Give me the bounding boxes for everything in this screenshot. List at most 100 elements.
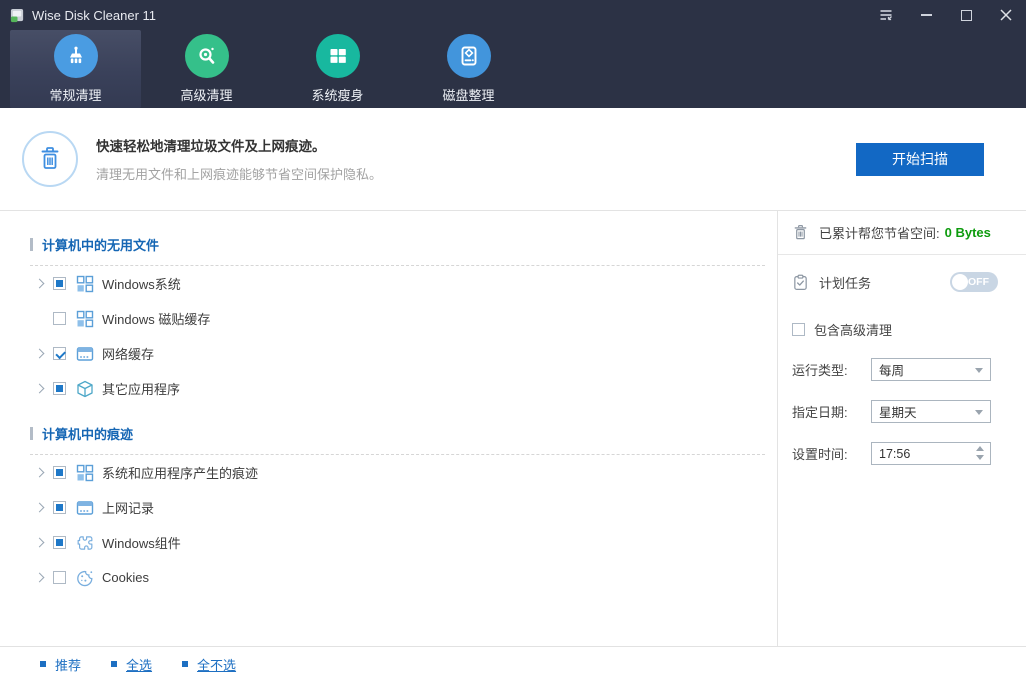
schedule-panel: 已累计帮您节省空间: 0 Bytes 计划任务 OFF 包含高级清理 运行类型:… xyxy=(777,211,1026,646)
tab-advanced-clean[interactable]: 高级清理 xyxy=(141,30,272,108)
include-advanced-row[interactable]: 包含高级清理 xyxy=(778,320,1026,339)
schedule-toggle[interactable]: OFF xyxy=(950,272,998,292)
checkbox[interactable] xyxy=(53,466,66,479)
maximize-button[interactable] xyxy=(946,0,986,30)
include-advanced-label: 包含高级清理 xyxy=(814,323,893,338)
main-menu-button[interactable] xyxy=(866,0,906,30)
windows-icon xyxy=(76,275,94,293)
minimize-icon xyxy=(920,14,932,16)
chevron-right-icon[interactable] xyxy=(34,467,45,478)
tab-regular-clean[interactable]: 常规清理 xyxy=(10,30,141,108)
minimize-button[interactable] xyxy=(906,0,946,30)
tab-system-slim[interactable]: 系统瘦身 xyxy=(272,30,403,108)
recommend-label: 推荐 xyxy=(55,657,82,673)
select-all-link[interactable]: 全选 xyxy=(111,655,152,674)
select-none-label: 全不选 xyxy=(197,657,237,673)
main-nav: 常规清理 高级清理 系统瘦身 磁盘整理 xyxy=(0,30,1026,108)
saved-space-row: 已累计帮您节省空间: 0 Bytes xyxy=(778,211,1026,255)
section-traces: 计算机中的痕迹 xyxy=(30,418,765,448)
saved-space-value: 0 Bytes xyxy=(944,225,991,240)
maximize-icon xyxy=(960,9,972,21)
recommend-link[interactable]: 推荐 xyxy=(40,655,81,674)
close-button[interactable] xyxy=(986,0,1026,30)
scheduled-task-label: 计划任务 xyxy=(819,275,872,291)
cleanup-tree: 计算机中的无用文件 Windows系统 Windows 磁贴缓存 网络缓存 其它… xyxy=(0,211,777,646)
windows-icon xyxy=(76,310,94,328)
footer-bar: 推荐 全选 全不选 xyxy=(0,646,1026,679)
time-input[interactable]: 17:56 xyxy=(871,442,991,465)
chevron-right-icon[interactable] xyxy=(34,348,45,359)
tree-item-label: Windows组件 xyxy=(102,536,181,551)
checkbox[interactable] xyxy=(53,312,66,325)
tree-item-label: Cookies xyxy=(102,570,149,585)
checkbox[interactable] xyxy=(53,536,66,549)
tree-row-browsing-history[interactable]: 上网记录 xyxy=(30,490,765,525)
tree-row-system-app-traces[interactable]: 系统和应用程序产生的痕迹 xyxy=(30,455,765,490)
spin-up-icon[interactable] xyxy=(976,446,984,451)
tree-row-windows-tile-cache[interactable]: Windows 磁贴缓存 xyxy=(30,301,765,336)
broom-icon xyxy=(53,34,98,78)
page-header: 快速轻松地清理垃圾文件及上网痕迹。 清理无用文件和上网痕迹能够节省空间保护隐私。… xyxy=(0,108,1026,210)
browser-icon xyxy=(76,499,94,517)
tree-row-windows-system[interactable]: Windows系统 xyxy=(30,266,765,301)
section-title: 计算机中的无用文件 xyxy=(42,237,160,253)
task-clipboard-icon xyxy=(794,274,807,290)
chevron-right-icon[interactable] xyxy=(34,572,45,583)
run-type-row: 运行类型: 每周 xyxy=(778,358,1026,381)
spin-down-icon[interactable] xyxy=(976,455,984,460)
run-type-select[interactable]: 每周 xyxy=(871,358,991,381)
tree-item-label: 其它应用程序 xyxy=(102,382,181,397)
bullet-icon xyxy=(111,661,118,667)
spinner-arrows[interactable] xyxy=(976,446,984,460)
day-select[interactable]: 星期天 xyxy=(871,400,991,423)
page-title: 快速轻松地清理垃圾文件及上网痕迹。 xyxy=(96,139,326,154)
close-icon xyxy=(1000,9,1012,21)
magnifier-icon xyxy=(184,34,229,78)
tree-row-windows-components[interactable]: Windows组件 xyxy=(30,525,765,560)
browser-icon xyxy=(76,345,94,363)
run-type-value: 每周 xyxy=(879,364,905,378)
toggle-off-label: OFF xyxy=(968,275,989,288)
tree-item-label: Windows 磁贴缓存 xyxy=(102,312,211,327)
tree-row-network-cache[interactable]: 网络缓存 xyxy=(30,336,765,371)
checkbox[interactable] xyxy=(53,347,66,360)
bullet-icon xyxy=(182,661,189,667)
time-label: 设置时间: xyxy=(792,447,848,462)
hard-drive-icon xyxy=(446,34,491,78)
day-row: 指定日期: 星期天 xyxy=(778,400,1026,423)
trash-circle-icon xyxy=(22,131,78,187)
time-value: 17:56 xyxy=(879,446,911,461)
chevron-right-icon[interactable] xyxy=(34,278,45,289)
checkbox[interactable] xyxy=(53,277,66,290)
tab-regular-clean-label: 常规清理 xyxy=(49,88,102,103)
checkbox[interactable] xyxy=(53,382,66,395)
tree-item-label: 网络缓存 xyxy=(102,347,155,362)
tree-row-cookies[interactable]: Cookies xyxy=(30,560,765,595)
window-title: Wise Disk Cleaner 11 xyxy=(32,7,157,23)
checkbox[interactable] xyxy=(53,571,66,584)
scheduled-task-row: 计划任务 OFF xyxy=(778,272,1026,292)
trash-icon xyxy=(41,147,59,169)
tree-item-label: Windows系统 xyxy=(102,277,181,292)
tree-item-label: 上网记录 xyxy=(102,501,155,516)
checkbox[interactable] xyxy=(53,501,66,514)
include-advanced-checkbox[interactable] xyxy=(792,323,805,336)
chevron-down-icon xyxy=(975,368,983,373)
section-bar xyxy=(30,426,33,440)
chevron-right-icon[interactable] xyxy=(34,537,45,548)
windows-icon xyxy=(76,464,94,482)
tab-disk-defrag-label: 磁盘整理 xyxy=(442,88,495,103)
tab-system-slim-label: 系统瘦身 xyxy=(311,88,364,103)
tree-row-other-apps[interactable]: 其它应用程序 xyxy=(30,371,765,406)
title-bar: Wise Disk Cleaner 11 xyxy=(0,0,1026,30)
chevron-right-icon[interactable] xyxy=(34,383,45,394)
section-useless-files: 计算机中的无用文件 xyxy=(30,229,765,259)
run-type-label: 运行类型: xyxy=(792,363,848,378)
start-scan-button[interactable]: 开始扫描 xyxy=(856,142,984,176)
select-none-link[interactable]: 全不选 xyxy=(182,655,236,674)
time-row: 设置时间: 17:56 xyxy=(778,442,1026,465)
puzzle-icon xyxy=(76,534,94,552)
tab-advanced-clean-label: 高级清理 xyxy=(180,88,233,103)
chevron-right-icon[interactable] xyxy=(34,502,45,513)
tab-disk-defrag[interactable]: 磁盘整理 xyxy=(403,30,534,108)
